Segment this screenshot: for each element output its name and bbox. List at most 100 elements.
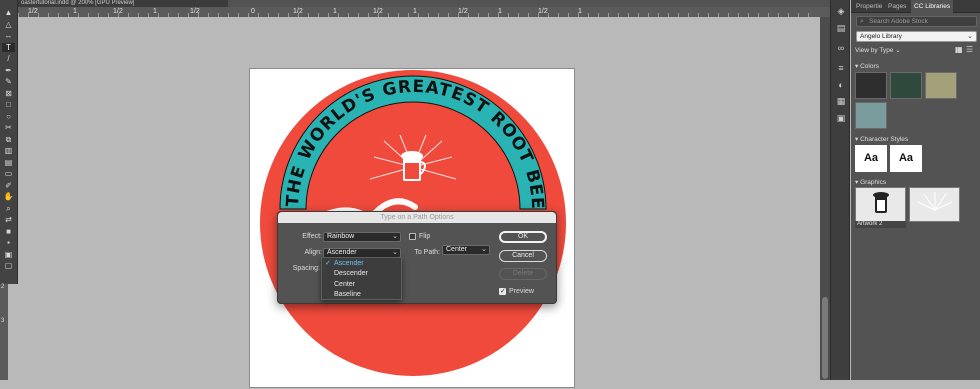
tab-pages[interactable]: Pages (885, 0, 909, 13)
list-view-icon[interactable]: ☰ (966, 45, 974, 54)
ruler-tick (138, 13, 139, 17)
pen-icon[interactable]: ✒ (2, 66, 15, 75)
zoom-icon[interactable]: ⌕ (2, 204, 15, 213)
direct-select-icon[interactable]: △ (2, 20, 15, 29)
to-path-select[interactable]: Center ⌄ (442, 245, 490, 255)
preview-label: Preview (509, 288, 534, 295)
apply-color-icon[interactable]: ▪ (2, 238, 15, 247)
hand-icon[interactable]: ✋ (2, 192, 15, 201)
color-swatch[interactable] (855, 72, 887, 99)
ruler-tick (108, 13, 109, 17)
ruler-tick (438, 13, 439, 17)
character-style-card[interactable]: Aa (890, 145, 922, 172)
dropdown-option-center[interactable]: Center (322, 280, 401, 290)
color-icon[interactable]: ◐ (835, 79, 847, 91)
graphic-thumbnail-artwork[interactable] (855, 187, 906, 222)
dropdown-option-baseline[interactable]: Baseline (322, 290, 401, 300)
color-swatch[interactable] (890, 72, 922, 99)
document-tab[interactable]: oastertutorial.indd @ 200% [GPU Preview] (18, 0, 228, 7)
rect-frame-icon[interactable]: ⊠ (2, 89, 15, 98)
ruler-tick (488, 13, 489, 17)
ruler-tick (248, 13, 249, 17)
ruler-tick (458, 13, 459, 17)
ruler-tick (678, 13, 679, 17)
scissors-icon[interactable]: ✂ (2, 123, 15, 132)
colors-section-header[interactable]: ▾ Colors (855, 62, 879, 70)
transform-icon[interactable]: ⧉ (2, 135, 15, 144)
note-icon[interactable]: ▭ (2, 169, 15, 178)
ruler-tick (708, 13, 709, 17)
color-swatch[interactable] (855, 102, 887, 129)
top-ruler: oastertutorial.indd @ 200% [GPU Preview]… (0, 0, 830, 17)
stroke-icon[interactable]: ≡ (835, 62, 847, 74)
view-by-type-select[interactable]: View by Type ⌄ (855, 46, 901, 54)
chevron-down-icon: ⌄ (481, 246, 487, 253)
gradient-icon[interactable]: ▥ (2, 146, 15, 155)
tools-panel: ▲ △ ↔ T / ✒ ✎ ⊠ □ ○ ✂ ⧉ ▥ ▤ ▭ ✐ ✋ ⌕ ⇄ ■ ▪ ▣ ▢ (0, 0, 18, 284)
gap-icon[interactable]: ↔ (2, 31, 15, 40)
ruler-tick (348, 13, 349, 17)
stock-search-input[interactable]: ⌕ Search Adobe Stock (856, 16, 977, 27)
graphics-section-header[interactable]: ▾ Graphics (855, 178, 886, 186)
ruler-tick (698, 13, 699, 17)
layers-icon[interactable]: ◈ (835, 5, 847, 17)
type-on-path-options-dialog: Type on a Path Options Effect: Rainbow ⌄… (277, 211, 557, 304)
effect-label: Effect: (302, 233, 322, 240)
to-path-label: To Path: (414, 249, 440, 256)
dropdown-option-ascender[interactable]: ✓ Ascender (322, 259, 401, 269)
line-icon[interactable]: / (2, 54, 15, 63)
ruler-label: 1 (153, 8, 157, 15)
flip-checkbox[interactable] (409, 233, 416, 240)
dropdown-option-descender[interactable]: Descender (322, 269, 401, 279)
pencil-icon[interactable]: ✎ (2, 77, 15, 86)
ruler-tick (48, 13, 49, 17)
color-swatch[interactable] (925, 72, 957, 99)
screen-mode-icon[interactable]: ▢ (2, 261, 15, 270)
ellipse-icon[interactable]: ○ (2, 112, 15, 121)
ruler-tick (648, 13, 649, 17)
ok-button[interactable]: OK (499, 231, 547, 243)
fill-stroke-icon[interactable]: ■ (2, 227, 15, 236)
ruler-tick (398, 13, 399, 17)
to-path-value: Center (446, 246, 468, 253)
preview-checkbox[interactable] (499, 287, 506, 295)
ruler-tick (618, 13, 619, 17)
ruler-tick (608, 13, 609, 17)
ruler-tick (668, 13, 669, 17)
tab-cc-libraries[interactable]: CC Libraries (911, 0, 954, 13)
delete-button[interactable]: Delete (499, 268, 547, 280)
links-icon[interactable]: ∞ (835, 42, 847, 54)
ruler-tick (468, 13, 469, 17)
swap-icon[interactable]: ⇄ (2, 215, 15, 224)
gradient-feather-icon[interactable]: ▤ (2, 158, 15, 167)
character-style-card[interactable]: Aa (855, 145, 887, 172)
horizontal-ruler: 1/2 1 1/2 1 1/2 0 1/2 1 1/2 1 1/2 1 1/2 1 (18, 7, 830, 17)
effect-value: Rainbow (327, 233, 355, 240)
ruler-tick (768, 13, 769, 17)
scrollbar-thumb[interactable] (822, 297, 828, 379)
rectangle-icon[interactable]: □ (2, 100, 15, 109)
ruler-tick (498, 13, 499, 17)
ruler-tick (808, 13, 809, 17)
ruler-tick (288, 13, 289, 17)
eyedropper-icon[interactable]: ✐ (2, 181, 15, 190)
tab-properties[interactable]: Propertie (853, 0, 885, 13)
swatches-icon[interactable]: ▦ (835, 95, 847, 107)
cancel-button[interactable]: Cancel (499, 250, 547, 262)
effect-select[interactable]: Rainbow ⌄ (323, 232, 401, 242)
text-wrap-icon[interactable]: ▣ (835, 112, 847, 124)
ruler-tick (408, 13, 409, 17)
select-icon[interactable]: ▲ (2, 8, 15, 17)
normal-view-icon[interactable]: ▣ (2, 250, 15, 259)
grid-view-icon[interactable]: ▦ (955, 45, 963, 54)
ruler-tick (78, 13, 79, 17)
vertical-scrollbar[interactable] (820, 17, 830, 380)
library-select[interactable]: Angelo Library ⌄ (856, 31, 977, 42)
ruler-label: 3 (1, 318, 5, 324)
ruler-tick (538, 13, 539, 17)
pages-icon[interactable]: ▤ (835, 22, 847, 34)
ruler-tick (308, 13, 309, 17)
character-styles-section-header[interactable]: ▾ Character Styles (855, 135, 908, 143)
graphic-thumbnail-burst[interactable] (909, 187, 960, 222)
type-icon[interactable]: T (2, 42, 15, 52)
